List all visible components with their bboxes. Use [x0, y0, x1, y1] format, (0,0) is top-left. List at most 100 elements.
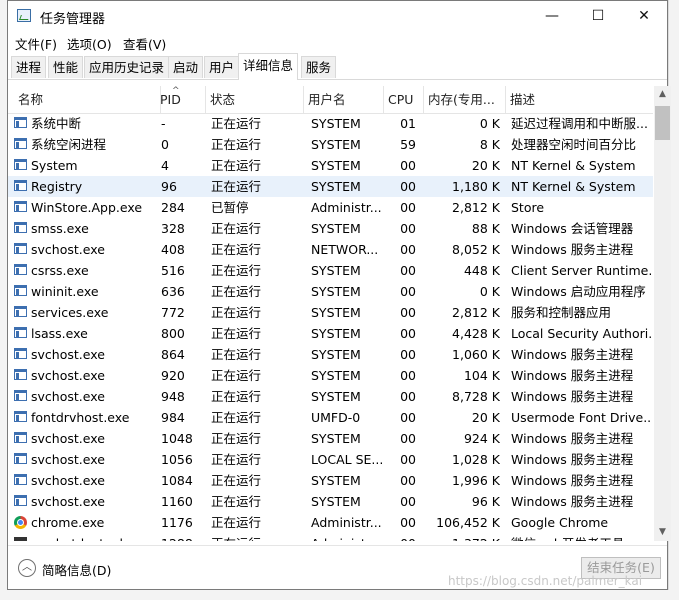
cell-pid: 96	[161, 179, 177, 194]
watermark-text: https://blog.csdn.net/palmer_kai	[448, 574, 643, 588]
cell-pid: 4	[161, 158, 169, 173]
cell-name: fontdrvhost.exe	[31, 410, 130, 425]
cell-name: wechatdevtools.exe	[31, 533, 161, 541]
column-header-memory[interactable]: 内存(专用...	[424, 86, 506, 113]
window-title: 任务管理器	[40, 12, 106, 27]
cell-description: Windows 启动应用程序	[511, 284, 646, 299]
column-header-name[interactable]: 名称	[14, 86, 161, 113]
column-header-username[interactable]: 用户名	[304, 86, 384, 113]
table-row[interactable]: svchost.exe 1056 正在运行 LOCAL SE... 00 1,028 K W…	[8, 449, 653, 470]
table-row[interactable]: WinStore.App.exe 284 已暂停 Administr... 00 2,81…	[8, 197, 653, 218]
table-row[interactable]: svchost.exe 408 正在运行 NETWOR... 00 8,052 K Wind…	[8, 239, 653, 260]
table-row[interactable]: svchost.exe 920 正在运行 SYSTEM 00 104 K Windows 服…	[8, 365, 653, 386]
cell-memory: 8,052 K	[452, 242, 500, 257]
cell-status: 正在运行	[211, 179, 262, 194]
cell-status: 已暂停	[211, 200, 249, 215]
process-icon	[14, 495, 27, 506]
scroll-up-arrow-icon[interactable]: ▲	[654, 86, 671, 103]
cell-cpu: 00	[400, 242, 416, 257]
column-header-pid[interactable]: PID	[156, 86, 206, 113]
process-icon	[14, 138, 27, 149]
cell-pid: 328	[161, 221, 185, 236]
table-row[interactable]: System 4 正在运行 SYSTEM 00 20 K NT Kernel & Syste…	[8, 155, 653, 176]
cell-description: Store	[511, 200, 545, 215]
tab-startup[interactable]: 启动	[168, 56, 204, 78]
tab-services[interactable]: 服务	[301, 56, 337, 78]
table-row[interactable]: Registry 96 正在运行 SYSTEM 00 1,180 K NT Kernel &…	[8, 176, 653, 197]
cell-cpu: 00	[400, 389, 416, 404]
column-header-status[interactable]: 状态	[206, 86, 304, 113]
cell-username: SYSTEM	[311, 221, 361, 236]
minimize-button[interactable]: —	[529, 1, 575, 31]
table-row[interactable]: 系统中断 - 正在运行 SYSTEM 01 0 K 延迟过程调用和中断服...	[8, 113, 653, 134]
table-row[interactable]: svchost.exe 864 正在运行 SYSTEM 00 1,060 K Windows…	[8, 344, 653, 365]
cell-cpu: 00	[400, 326, 416, 341]
cell-status: 正在运行	[211, 263, 262, 278]
collapse-chevron-up-icon[interactable]: ︿	[18, 559, 36, 577]
vertical-scrollbar[interactable]: ▲ ▼	[654, 86, 671, 541]
cell-status: 正在运行	[211, 158, 262, 173]
menu-options[interactable]: 选项(O)	[67, 34, 112, 53]
cell-description: Windows 服务主进程	[511, 473, 634, 488]
cell-name: services.exe	[31, 305, 109, 320]
cell-status: 正在运行	[211, 305, 262, 320]
cell-description: Windows 服务主进程	[511, 242, 634, 257]
cell-username: SYSTEM	[311, 389, 361, 404]
tab-performance[interactable]: 性能	[48, 56, 84, 78]
table-row[interactable]: smss.exe 328 正在运行 SYSTEM 00 88 K Windows 会话管理器	[8, 218, 653, 239]
cell-cpu: 00	[400, 347, 416, 362]
fewer-details-link[interactable]: 简略信息(D)	[42, 560, 111, 579]
table-row[interactable]: wininit.exe 636 正在运行 SYSTEM 00 0 K Windows 启动应…	[8, 281, 653, 302]
maximize-button[interactable]: ☐	[575, 1, 621, 31]
table-row[interactable]: 系统空闲进程 0 正在运行 SYSTEM 59 8 K 处理器空闲时间百分比	[8, 134, 653, 155]
table-row[interactable]: services.exe 772 正在运行 SYSTEM 00 2,812 K 服务和控制器…	[8, 302, 653, 323]
table-row[interactable]: svchost.exe 1048 正在运行 SYSTEM 00 924 K Windows …	[8, 428, 653, 449]
cell-cpu: 00	[400, 158, 416, 173]
table-row[interactable]: lsass.exe 800 正在运行 SYSTEM 00 4,428 K Local Sec…	[8, 323, 653, 344]
cell-name: svchost.exe	[31, 368, 105, 383]
cell-memory: 20 K	[471, 410, 500, 425]
table-row[interactable]: svchost.exe 1084 正在运行 SYSTEM 00 1,996 K Window…	[8, 470, 653, 491]
cell-pid: 1160	[161, 494, 193, 509]
cell-username: SYSTEM	[311, 137, 361, 152]
cell-description: Windows 服务主进程	[511, 494, 634, 509]
table-row[interactable]: svchost.exe 948 正在运行 SYSTEM 00 8,728 K Windows…	[8, 386, 653, 407]
cell-memory: 0 K	[479, 284, 500, 299]
cell-description: Windows 服务主进程	[511, 431, 634, 446]
tab-details[interactable]: 详细信息	[238, 53, 299, 80]
tab-processes[interactable]: 进程	[11, 56, 47, 78]
column-header-cpu[interactable]: CPU	[384, 86, 424, 113]
process-icon	[14, 285, 27, 296]
cell-cpu: 00	[400, 431, 416, 446]
cell-username: Administr...	[311, 515, 382, 530]
table-row[interactable]: csrss.exe 516 正在运行 SYSTEM 00 448 K Client Serv…	[8, 260, 653, 281]
table-row[interactable]: fontdrvhost.exe 984 正在运行 UMFD-0 00 20 K Usermo…	[8, 407, 653, 428]
process-icon	[14, 117, 27, 128]
column-header-description[interactable]: 描述	[506, 86, 653, 113]
cell-username: Administr...	[311, 533, 386, 541]
cell-cpu: 01	[400, 116, 416, 131]
cell-username: SYSTEM	[311, 284, 361, 299]
table-row[interactable]: chrome.exe 1176 正在运行 Administr... 00 106,452 …	[8, 512, 653, 533]
process-table: 名称 PID 状态 用户名 CPU 内存(专用... 描述 系统中断 - 正在运行 S…	[8, 86, 653, 541]
menu-file[interactable]: 文件(F)	[15, 34, 57, 53]
tab-users[interactable]: 用户	[204, 56, 240, 78]
table-row[interactable]: svchost.exe 1160 正在运行 SYSTEM 00 96 K Windows 服…	[8, 491, 653, 512]
close-button[interactable]: ✕	[621, 1, 667, 31]
cell-cpu: 00	[400, 473, 416, 488]
cell-status: 正在运行	[211, 347, 262, 362]
menu-view[interactable]: 查看(V)	[123, 34, 166, 53]
cell-status: 正在运行	[211, 284, 262, 299]
cell-cpu: 00	[400, 515, 416, 530]
cell-description: Local Security Authori...	[511, 326, 651, 341]
scroll-down-arrow-icon[interactable]: ▼	[654, 524, 671, 541]
scrollbar-thumb[interactable]	[655, 106, 670, 140]
cell-name: svchost.exe	[31, 473, 105, 488]
task-manager-icon	[17, 9, 31, 22]
cell-username: SYSTEM	[311, 473, 361, 488]
tab-app-history[interactable]: 应用历史记录	[84, 56, 170, 78]
title-bar[interactable]: 任务管理器 — ☐ ✕	[8, 1, 667, 31]
cell-name: smss.exe	[31, 221, 89, 236]
table-row[interactable]: wechatdevtools.exe1288 正在运行 Administr...00…	[8, 533, 653, 541]
cell-description: 延迟过程调用和中断服...	[511, 116, 648, 131]
